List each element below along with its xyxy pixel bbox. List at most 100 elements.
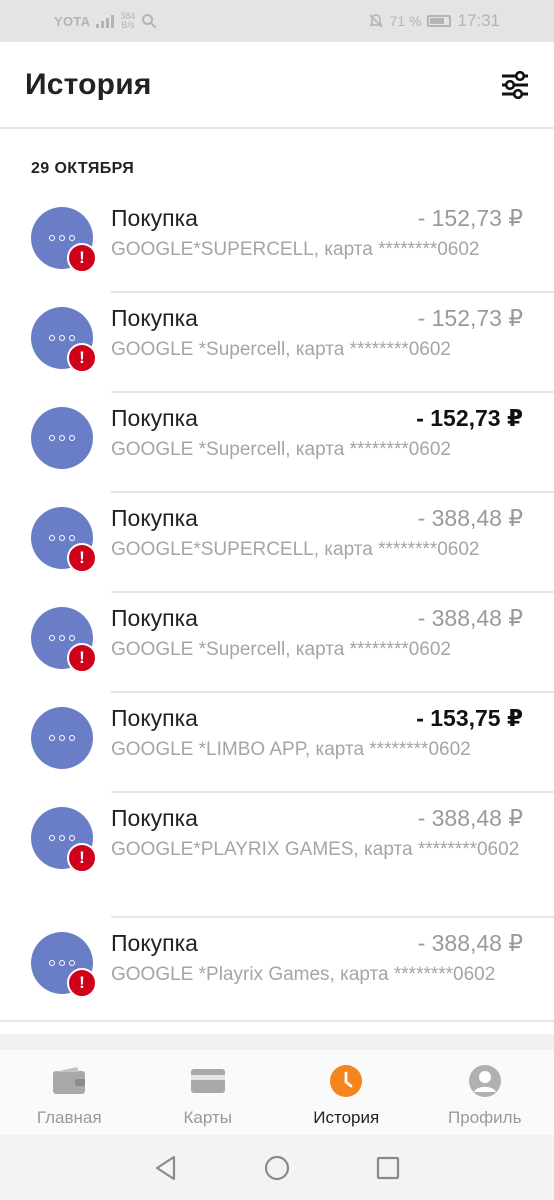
more-dot-icon xyxy=(59,535,65,541)
card-icon xyxy=(190,1064,226,1098)
nav-label-cards: Карты xyxy=(183,1108,232,1127)
nav-separator xyxy=(0,1034,554,1050)
nav-item-cards[interactable]: Карты xyxy=(139,1050,278,1135)
more-dot-icon xyxy=(59,335,65,341)
transaction-amount: - 153,75 ₽ xyxy=(416,705,523,731)
transaction-avatar: ! xyxy=(31,207,97,273)
nav-item-profile[interactable]: Профиль xyxy=(416,1050,554,1135)
more-dot-icon xyxy=(59,635,65,641)
more-dot-icon xyxy=(59,735,65,741)
more-dot-icon xyxy=(69,435,75,441)
home-circle-icon xyxy=(264,1155,290,1180)
status-right: 71 % 17:31 xyxy=(368,11,500,31)
filter-button[interactable] xyxy=(498,68,532,102)
nav-item-history[interactable]: История xyxy=(277,1050,416,1135)
alert-icon: ! xyxy=(67,343,97,373)
page-title: История xyxy=(25,67,152,101)
transaction-amount: - 152,73 ₽ xyxy=(417,205,523,231)
battery-icon xyxy=(427,15,452,27)
nav-label-history: История xyxy=(313,1108,380,1127)
nav-label-home: Главная xyxy=(36,1108,102,1127)
more-dot-icon xyxy=(49,535,55,541)
transaction-row[interactable]: ! Покупка - 388,48 ₽ GOOGLE*SUPERCELL, карт… xyxy=(0,493,554,593)
more-dot-icon xyxy=(49,335,55,341)
transaction-amount: - 152,73 ₽ xyxy=(417,305,523,331)
clock-time: 17:31 xyxy=(457,11,500,30)
transaction-description: GOOGLE *Supercell, карта ********0602 xyxy=(111,339,451,360)
back-button[interactable] xyxy=(149,1151,183,1185)
transaction-row[interactable]: ! Покупка - 152,73 ₽ GOOGLE *Supercell, кар… xyxy=(0,293,554,393)
carrier-label: YOTA xyxy=(54,13,91,29)
transaction-avatar: ! xyxy=(31,807,97,873)
transaction-amount: - 388,48 ₽ xyxy=(417,805,523,831)
transaction-row[interactable]: ! Покупка - 152,73 ₽ GOOGLE*SUPERCELL, карт… xyxy=(0,193,554,293)
user-icon xyxy=(467,1064,503,1098)
transaction-row[interactable]: Покупка - 152,73 ₽ GOOGLE *Supercell, карт… xyxy=(0,393,554,493)
transaction-amount: - 388,48 ₽ xyxy=(417,505,523,531)
transaction-avatar: ! xyxy=(31,607,97,673)
home-button[interactable] xyxy=(260,1151,294,1185)
transaction-title: Покупка xyxy=(111,205,198,231)
transaction-description: GOOGLE*PLAYRIX GAMES, карта ********0602 xyxy=(111,839,520,860)
transaction-description: GOOGLE *Supercell, карта ********0602 xyxy=(111,439,451,460)
clock-icon xyxy=(328,1064,364,1098)
history-content: 29 ОКТЯБРЯ ! Покупка - 152,73 ₽ GOOGLE*SUPE… xyxy=(0,131,554,1034)
search-icon xyxy=(142,14,157,29)
more-dot-icon xyxy=(59,435,65,441)
recents-button[interactable] xyxy=(371,1151,405,1185)
transaction-description: GOOGLE*SUPERCELL, карта ********0602 xyxy=(111,239,480,260)
transaction-title: Покупка xyxy=(111,930,198,956)
transaction-row[interactable]: Покупка - 153,75 ₽ GOOGLE *LIMBO APP, карт… xyxy=(0,693,554,793)
transaction-amount: - 388,48 ₽ xyxy=(417,605,523,631)
transaction-avatar: ! xyxy=(31,307,97,373)
status-bar: YOTA 384 B/s 71 % 17:31 xyxy=(0,0,554,42)
transaction-row[interactable]: ! Покупка - 388,48 ₽ GOOGLE *Playrix Games,… xyxy=(0,918,554,1022)
back-triangle-icon xyxy=(155,1155,175,1180)
transaction-amount: - 388,48 ₽ xyxy=(417,930,523,956)
network-speed-unit: B/s xyxy=(121,20,135,30)
transaction-avatar: ! xyxy=(31,932,97,998)
more-dot-icon xyxy=(49,960,55,966)
more-dot-icon xyxy=(49,835,55,841)
more-dot-icon xyxy=(69,235,75,241)
battery-percent: 71 % xyxy=(389,13,422,29)
more-dot-icon xyxy=(49,235,55,241)
more-dot-icon xyxy=(49,635,55,641)
more-dot-icon xyxy=(69,335,75,341)
transaction-title: Покупка xyxy=(111,605,198,631)
alert-icon: ! xyxy=(67,643,97,673)
transaction-title: Покупка xyxy=(111,505,198,531)
bell-off-icon xyxy=(368,14,383,28)
more-dot-icon xyxy=(49,435,55,441)
more-dot-icon xyxy=(69,535,75,541)
signal-icon xyxy=(96,14,115,28)
alert-icon: ! xyxy=(67,243,97,273)
nav-label-profile: Профиль xyxy=(448,1108,522,1127)
app-header: История xyxy=(0,42,554,129)
more-dot-icon xyxy=(69,735,75,741)
transaction-title: Покупка xyxy=(111,705,198,731)
transaction-description: GOOGLE*SUPERCELL, карта ********0602 xyxy=(111,539,480,560)
system-nav xyxy=(0,1135,554,1200)
transaction-row[interactable]: ! Покупка - 388,48 ₽ GOOGLE *Supercell, кар… xyxy=(0,593,554,693)
transaction-avatar xyxy=(31,707,93,769)
more-dot-icon xyxy=(69,835,75,841)
transaction-row[interactable]: ! Покупка - 388,48 ₽ GOOGLE*PLAYRIX GAMES, … xyxy=(0,793,554,918)
transaction-amount: - 152,73 ₽ xyxy=(416,405,523,431)
more-dot-icon xyxy=(69,960,75,966)
transaction-avatar xyxy=(31,407,93,469)
alert-icon: ! xyxy=(67,843,97,873)
more-dot-icon xyxy=(59,960,65,966)
transaction-description: GOOGLE *Supercell, карта ********0602 xyxy=(111,639,451,660)
transaction-title: Покупка xyxy=(111,405,198,431)
recents-square-icon xyxy=(377,1156,400,1179)
more-dot-icon xyxy=(69,635,75,641)
more-dot-icon xyxy=(49,735,55,741)
status-left: YOTA 384 B/s xyxy=(54,12,157,30)
sliders-icon xyxy=(502,70,528,99)
more-dot-icon xyxy=(59,835,65,841)
transaction-avatar: ! xyxy=(31,507,97,573)
bottom-nav: Главная Карты История Профиль xyxy=(0,1050,554,1135)
wallet-icon xyxy=(51,1064,87,1098)
nav-item-home[interactable]: Главная xyxy=(0,1050,139,1135)
